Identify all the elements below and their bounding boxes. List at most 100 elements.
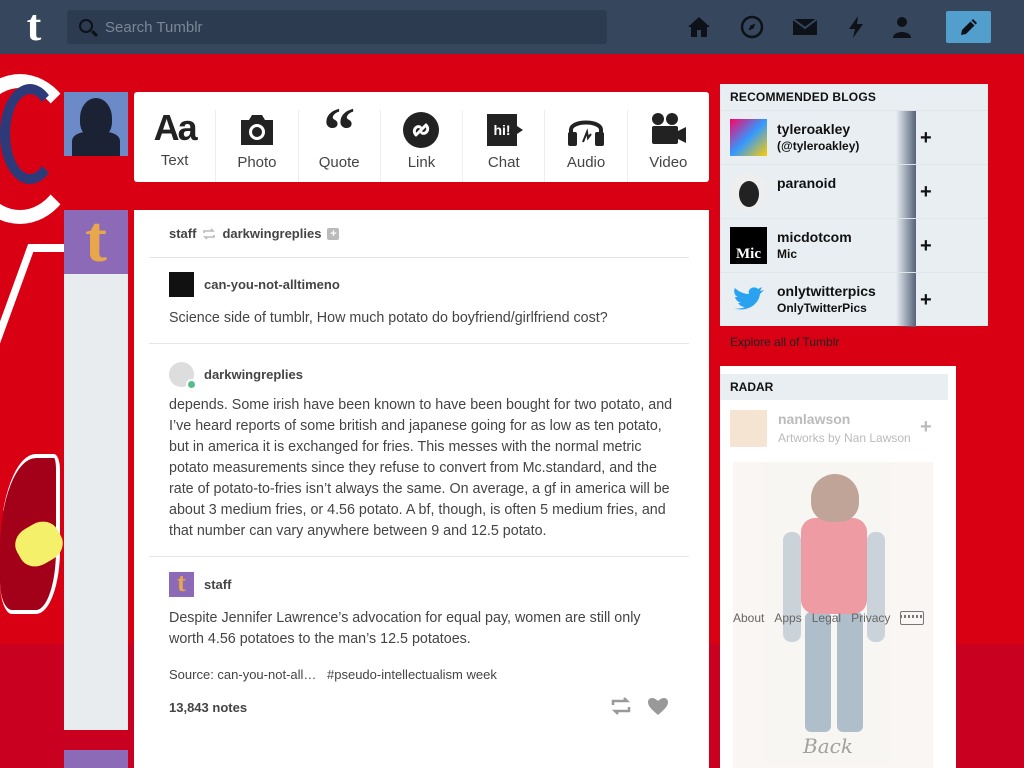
background-logo-ring-inner	[0, 84, 60, 184]
post-type-chat[interactable]: hi! Chat	[462, 110, 544, 182]
keyboard-shortcuts-icon[interactable]	[900, 611, 925, 625]
heart-icon	[648, 698, 668, 715]
reblogged-from-name[interactable]: darkwingreplies	[222, 226, 321, 241]
post-type-selector: Aa Text Photo “ Quote Link hi! Chat Audi…	[134, 92, 709, 182]
avatar-silhouette-shoulders	[72, 132, 120, 156]
search-box[interactable]	[67, 10, 607, 44]
trail-avatar[interactable]	[169, 362, 197, 390]
post-tag[interactable]: #pseudo-intellectualism week	[327, 667, 497, 682]
avatar-portrait	[738, 181, 759, 207]
reblogger-name[interactable]: staff	[169, 226, 196, 241]
divider	[149, 343, 689, 344]
recommended-blog-item[interactable]: onlytwitterpics OnlyTwitterPics +	[720, 272, 988, 327]
reblog-icon	[203, 227, 216, 240]
follow-button[interactable]: +	[920, 416, 932, 439]
follow-plus-icon[interactable]: +	[327, 227, 340, 240]
trail-item-header[interactable]: t staff	[169, 570, 231, 597]
explore-compass-icon[interactable]	[737, 12, 767, 42]
recommended-blog-item[interactable]: Mic micdotcom Mic +	[720, 218, 988, 273]
illustration-hair	[811, 474, 859, 522]
trail-blog-name[interactable]: staff	[204, 577, 231, 592]
follow-button[interactable]: +	[916, 111, 988, 165]
next-post-avatar[interactable]	[64, 750, 128, 768]
fade	[896, 273, 916, 327]
blog-subtitle: (@tyleroakley)	[777, 139, 860, 153]
compose-post-button[interactable]	[946, 11, 991, 43]
mic-logo-text: Mic	[736, 246, 761, 262]
blog-avatar[interactable]: Mic	[730, 227, 767, 264]
home-icon[interactable]	[684, 12, 714, 42]
footer-apps-link[interactable]: Apps	[774, 611, 801, 625]
trail-blog-name[interactable]: darkwingreplies	[204, 367, 303, 382]
activity-lightning-icon[interactable]	[841, 12, 871, 42]
recommended-blog-item[interactable]: paranoid +	[720, 164, 988, 219]
trail-text: Science side of tumblr, How much potato …	[169, 310, 608, 326]
notes-count[interactable]: 13,843 notes	[169, 700, 247, 715]
search-input[interactable]	[105, 10, 585, 44]
reblog-button[interactable]	[610, 696, 632, 721]
blog-subtitle: OnlyTwitterPics	[777, 301, 867, 315]
trail-item-header[interactable]: darkwingreplies	[169, 362, 303, 390]
radar-blog-name[interactable]: nanlawson	[778, 411, 850, 427]
blog-avatar[interactable]	[730, 173, 767, 210]
chat-bubble-icon: hi!	[463, 110, 544, 150]
mail-icon[interactable]	[790, 12, 820, 42]
illustration-leg	[805, 612, 831, 732]
twitter-bird-icon[interactable]	[730, 281, 767, 318]
blog-name[interactable]: tyleroakley	[777, 121, 850, 137]
post-type-audio[interactable]: Audio	[544, 110, 626, 182]
user-avatar[interactable]	[64, 92, 128, 156]
post-type-quote[interactable]: “ Quote	[297, 95, 380, 182]
footer-privacy-link[interactable]: Privacy	[851, 611, 890, 625]
link-icon	[381, 110, 462, 150]
trail-blog-name[interactable]: can-you-not-alltimeno	[204, 277, 340, 292]
recommended-blog-item[interactable]: tyleroakley (@tyleroakley) +	[720, 110, 988, 165]
reblog-badge	[186, 379, 197, 390]
blog-name[interactable]: micdotcom	[777, 229, 852, 245]
trail-text: depends. Some irish have been known to h…	[169, 397, 673, 539]
illustration-leg	[837, 612, 863, 732]
staff-avatar[interactable]: t	[64, 207, 128, 274]
blog-avatar[interactable]	[730, 119, 767, 156]
follow-button[interactable]: +	[916, 165, 988, 219]
divider	[149, 556, 689, 557]
footer-legal-link[interactable]: Legal	[812, 611, 841, 625]
reblog-header: staff darkwingreplies +	[169, 226, 340, 241]
tumblr-logo[interactable]: t	[17, 4, 51, 48]
trail-avatar[interactable]	[169, 272, 194, 297]
post-type-text[interactable]: Aa Text	[134, 92, 215, 182]
footer-about-link[interactable]: About	[733, 611, 764, 625]
post-type-label: Photo	[237, 154, 277, 171]
blog-name[interactable]: paranoid	[777, 175, 836, 191]
text-aa-icon: Aa	[153, 107, 198, 148]
post-type-label: Text	[160, 152, 189, 169]
like-button[interactable]	[647, 696, 669, 721]
post-type-photo[interactable]: Photo	[215, 110, 297, 182]
trail-avatar[interactable]: t	[169, 570, 194, 597]
post-avatar-rail	[64, 210, 128, 730]
follow-button[interactable]: +	[916, 219, 988, 273]
post-type-link[interactable]: Link	[379, 110, 462, 182]
follow-button[interactable]: +	[916, 273, 988, 327]
svg-text:hi!: hi!	[493, 122, 510, 138]
radar-blog-avatar[interactable]	[730, 410, 767, 447]
post-type-video[interactable]: Video	[626, 110, 709, 182]
post-type-label: Chat	[487, 154, 520, 171]
background-crest	[0, 244, 69, 344]
illustration-arm	[783, 532, 801, 642]
fade	[896, 219, 916, 273]
post-source-link[interactable]: Source: can-you-not-all…	[169, 667, 316, 682]
explore-link[interactable]: Explore all of Tumblr	[730, 335, 839, 349]
blog-name[interactable]: onlytwitterpics	[777, 283, 876, 299]
headphones-icon	[545, 110, 626, 150]
footer-links: About Apps Legal Privacy	[733, 611, 925, 625]
dashboard-post: staff darkwingreplies + can-you-not-allt…	[134, 210, 709, 768]
recommended-blogs-panel: RECOMMENDED BLOGS tyleroakley (@tyleroak…	[720, 84, 988, 327]
post-type-label: Link	[407, 154, 436, 171]
divider	[149, 257, 689, 258]
blog-subtitle: Mic	[777, 247, 798, 261]
post-type-label: Video	[649, 154, 688, 171]
account-person-icon[interactable]	[887, 12, 917, 42]
post-type-label: Audio	[566, 154, 606, 171]
trail-item-header[interactable]: can-you-not-alltimeno	[169, 272, 340, 297]
